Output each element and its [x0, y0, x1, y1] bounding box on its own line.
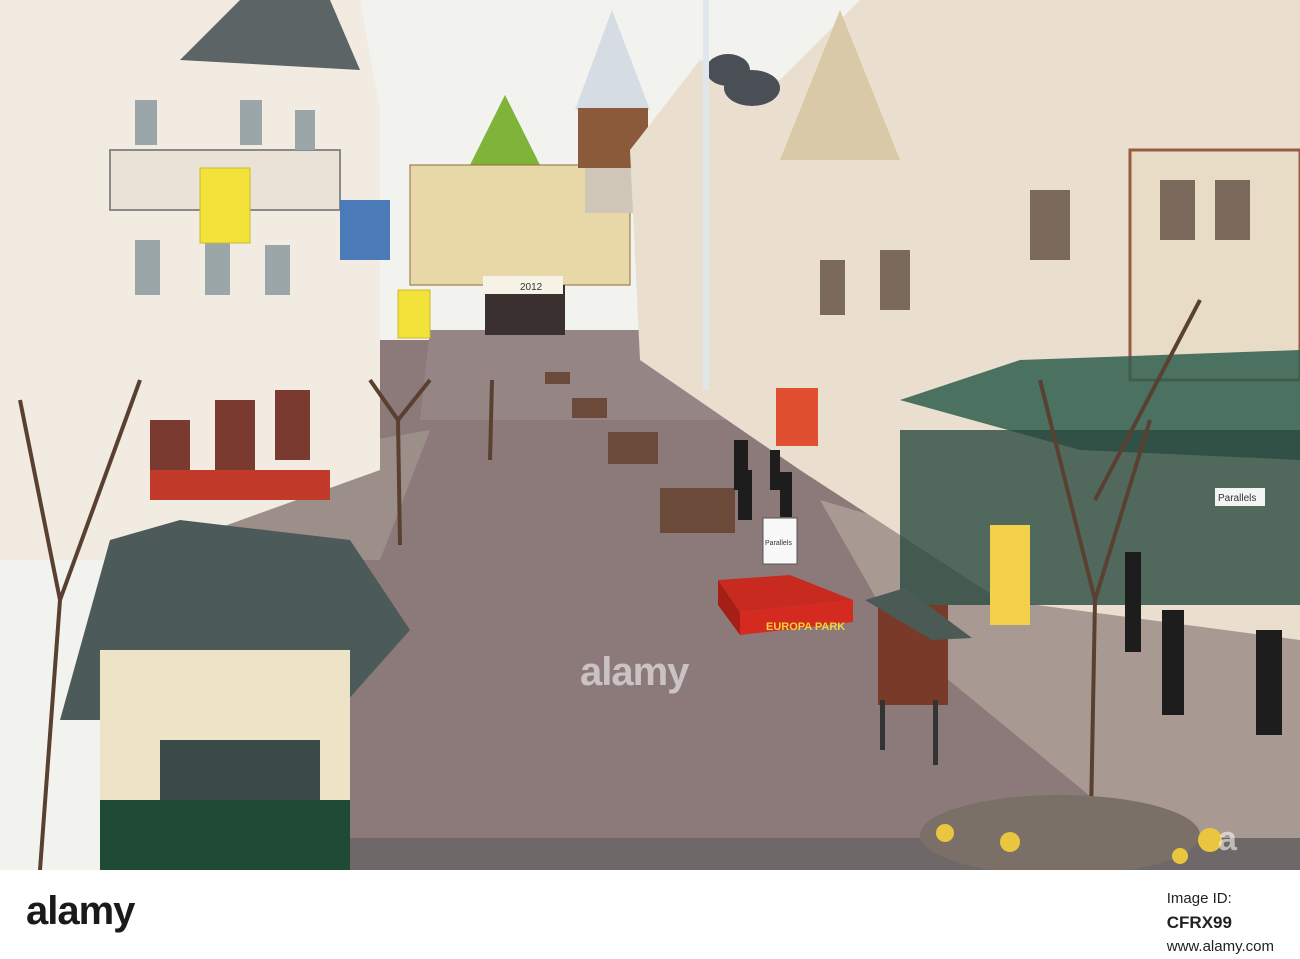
poster-board	[776, 388, 818, 446]
stock-wordmark: alamy	[26, 889, 135, 933]
photo-scene: 2012 Parallels Parallels EUROPA PARK	[0, 0, 1300, 870]
yellow-banner-2	[397, 289, 431, 339]
image-meta: Image ID: CFRX99 www.alamy.com	[1167, 887, 1274, 959]
watermark-right: a	[1218, 820, 1237, 858]
storefront-sign-text: Parallels	[1218, 493, 1256, 504]
watermark-center: alamy	[580, 650, 689, 694]
blue-banner	[340, 200, 390, 260]
image-id: CFRX99	[1166, 913, 1232, 932]
onion-dome-2	[706, 54, 750, 86]
gate-banner-text: 2012	[520, 282, 543, 293]
kiosk-green-base	[100, 800, 350, 870]
podium-text: EUROPA PARK	[766, 621, 845, 633]
image-id-label: Image ID:	[1166, 890, 1232, 907]
yellow-banner-1	[199, 167, 251, 244]
notice-board-post-2	[933, 700, 938, 765]
mascot-cutout	[990, 525, 1030, 625]
stand-sign-text: Parallels	[765, 540, 792, 547]
site-url: www.alamy.com	[1166, 938, 1274, 955]
notice-board-post-1	[880, 700, 885, 750]
maypole	[703, 0, 709, 390]
stock-footer	[0, 870, 1300, 959]
left-red-carpet	[150, 470, 330, 500]
